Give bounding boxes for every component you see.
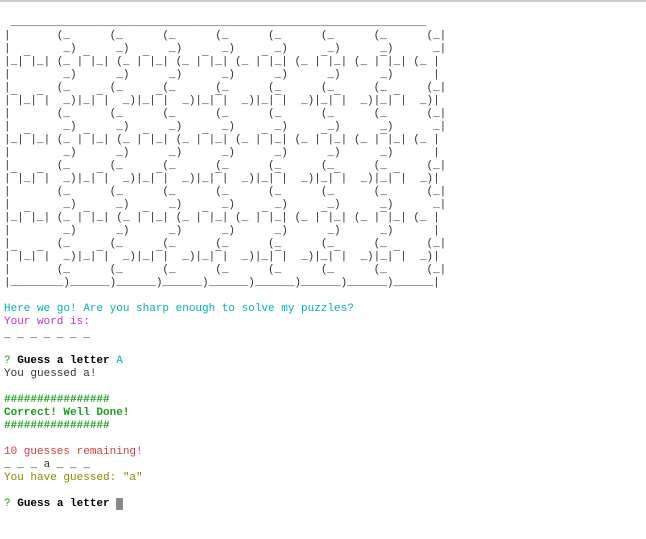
- prompt-label: Guess a letter: [17, 498, 109, 510]
- ascii-art-line: | (_ (_ (_ (_ (_ (_ (_ (_|: [4, 160, 446, 172]
- remaining-guesses: 10 guesses remaining!: [4, 446, 143, 458]
- ascii-art-line: | _) _) _) _) _) _) _) _|: [4, 43, 446, 55]
- terminal-output: ________________________________________…: [0, 2, 646, 511]
- ascii-art-line: |_|¯|_| (_ |¯|_| (_ |¯|_| (_ |¯|_| (_ |¯…: [4, 134, 440, 146]
- ascii-art-line: |¯|_|¯| _)|_|¯| _)|_|¯| _)|_|¯| _)|_|¯| …: [4, 251, 440, 263]
- ascii-art-line: | _) _) _) _) _) _) _) |: [4, 225, 440, 237]
- ascii-art-line: |¯|_|¯| _)|_|¯| _)|_|¯| _)|_|¯| _)|_|¯| …: [4, 173, 440, 185]
- prompt-question-icon: ?: [4, 355, 11, 367]
- ascii-art-line: | (_ (_ (_ (_ (_ (_ (_ (_|: [4, 186, 446, 198]
- correct-banner-message: Correct! Well Done!: [4, 407, 129, 419]
- cursor-icon[interactable]: [116, 498, 123, 510]
- word-is-label: Your word is:: [4, 316, 90, 328]
- correct-banner-border: ################: [4, 394, 110, 406]
- ascii-art-line: ________________________________________…: [4, 17, 426, 29]
- guess-echo: You guessed a!: [4, 368, 96, 380]
- guessed-letters: You have guessed: "a": [4, 472, 143, 484]
- ascii-art-line: | _) _) _) _) _) _) _) |: [4, 69, 440, 81]
- prompt-label: Guess a letter: [17, 355, 109, 367]
- ascii-art-line: | _) _) _) _) _) _) _) |: [4, 147, 440, 159]
- ascii-art-line: |________)______)______)______)______)__…: [4, 277, 440, 289]
- ascii-art-line: | (_ (_ (_ (_ (_ (_ (_ (_|: [4, 264, 446, 276]
- word-blanks-updated: _ _ _ a _ _ _: [4, 459, 90, 471]
- guess-input-value: A: [116, 355, 123, 367]
- ascii-art-line: | (_ (_ (_ (_ (_ (_ (_ (_|: [4, 30, 446, 42]
- ascii-art-line: |_|¯|_| (_ |¯|_| (_ |¯|_| (_ |¯|_| (_ |¯…: [4, 56, 440, 68]
- word-blanks: _ _ _ _ _ _ _: [4, 329, 90, 341]
- ascii-art-line: | (_ (_ (_ (_ (_ (_ (_ (_|: [4, 82, 446, 94]
- intro-text: Here we go! Are you sharp enough to solv…: [4, 303, 354, 315]
- correct-banner-border: ################: [4, 420, 110, 432]
- ascii-art-line: |¯|_|¯| _)|_|¯| _)|_|¯| _)|_|¯| _)|_|¯| …: [4, 95, 440, 107]
- prompt-question-icon: ?: [4, 498, 11, 510]
- ascii-art-line: |_|¯|_| (_ |¯|_| (_ |¯|_| (_ |¯|_| (_ |¯…: [4, 212, 440, 224]
- ascii-art-line: | (_ (_ (_ (_ (_ (_ (_ (_|: [4, 108, 446, 120]
- ascii-art-line: | _) _) _) _) _) _) _) _|: [4, 199, 446, 211]
- ascii-art-line: | (_ (_ (_ (_ (_ (_ (_ (_|: [4, 238, 446, 250]
- ascii-art-line: | _) _) _) _) _) _) _) _|: [4, 121, 446, 133]
